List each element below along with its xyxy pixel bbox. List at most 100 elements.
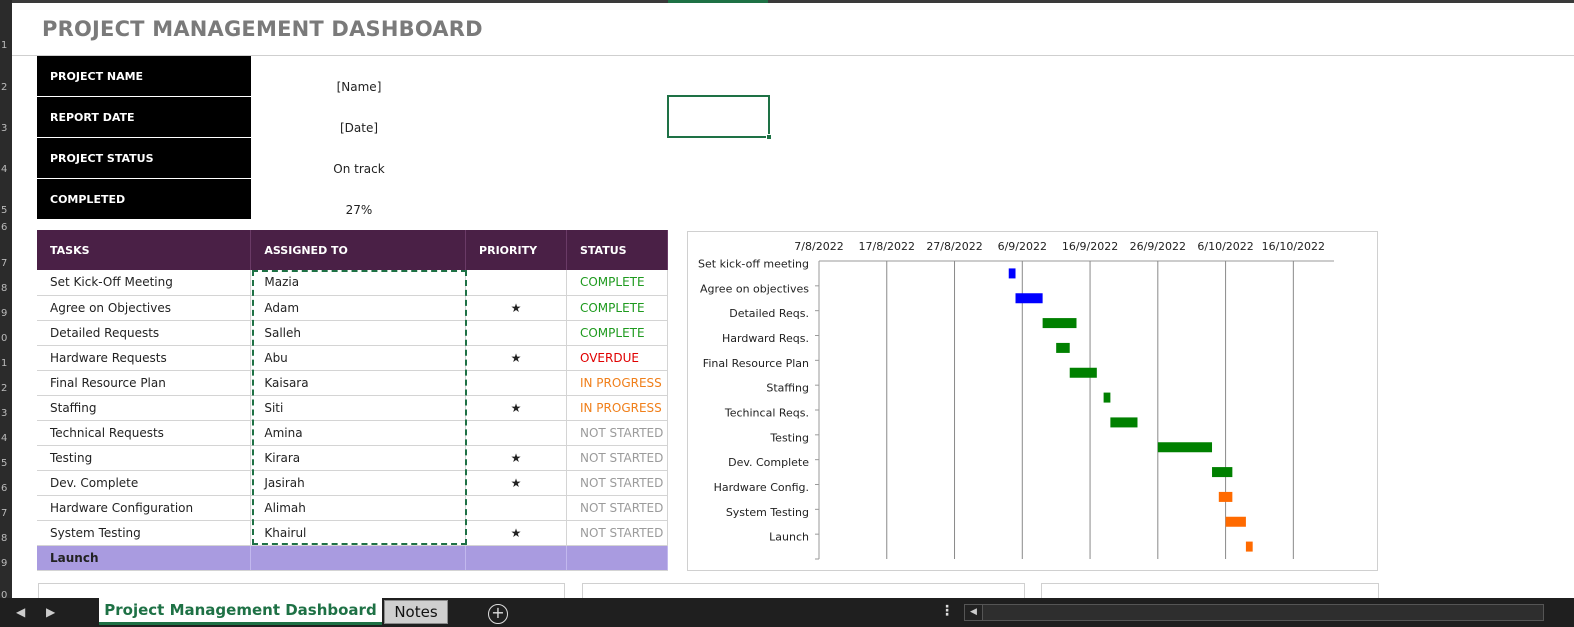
launch-task-cell[interactable]: Launch — [37, 545, 252, 571]
status-cell[interactable]: NOT STARTED — [566, 520, 669, 546]
status-cell[interactable]: IN PROGRESS — [566, 370, 669, 396]
add-sheet-icon[interactable]: + — [488, 604, 508, 624]
priority-cell[interactable] — [465, 370, 567, 396]
category-label: Final Resource Plan — [703, 357, 809, 370]
x-tick-label: 7/8/2022 — [794, 240, 843, 253]
status-cell[interactable]: NOT STARTED — [566, 420, 669, 446]
assigned-cell[interactable]: Amina — [250, 420, 467, 446]
gantt-chart[interactable]: 7/8/2022 17/8/2022 27/8/2022 6/9/2022 16/9/2… — [687, 231, 1378, 571]
priority-cell[interactable]: ★ — [465, 520, 567, 546]
row-number[interactable]: 1 — [0, 358, 12, 369]
info-label[interactable]: COMPLETED — [37, 179, 251, 219]
task-cell[interactable]: Testing — [37, 445, 252, 471]
row-headers[interactable]: 12345678901234567890 — [0, 0, 12, 601]
assigned-cell[interactable]: Kirara — [250, 445, 467, 471]
launch-empty-cell[interactable] — [465, 545, 567, 571]
more-options-icon[interactable]: ⋮ — [940, 603, 954, 619]
priority-cell[interactable] — [465, 270, 567, 296]
info-value[interactable]: [Date] — [251, 108, 467, 148]
task-cell[interactable]: Staffing — [37, 395, 252, 421]
row-number[interactable]: 4 — [0, 433, 12, 444]
task-cell[interactable]: Dev. Complete — [37, 470, 252, 496]
row-number[interactable]: 3 — [0, 123, 12, 134]
fill-handle[interactable] — [766, 134, 772, 140]
priority-cell[interactable]: ★ — [465, 395, 567, 421]
row-number[interactable]: 5 — [0, 458, 12, 469]
horizontal-scrollbar[interactable]: ◀ — [964, 604, 1544, 621]
prev-sheet-icon[interactable]: ◀ — [16, 605, 25, 619]
info-value[interactable]: 27% — [251, 190, 467, 230]
task-cell[interactable]: Hardware Configuration — [37, 495, 252, 521]
info-value[interactable]: [Name] — [251, 67, 467, 107]
row-number[interactable]: 8 — [0, 283, 12, 294]
assigned-cell[interactable]: Khairul — [250, 520, 467, 546]
task-cell[interactable]: Final Resource Plan — [37, 370, 252, 396]
priority-cell[interactable]: ★ — [465, 445, 567, 471]
status-cell[interactable]: NOT STARTED — [566, 495, 669, 521]
tab-project-management-dashboard[interactable]: Project Management Dashboard — [99, 598, 382, 625]
status-cell[interactable]: NOT STARTED — [566, 445, 669, 471]
row-number[interactable]: 7 — [0, 258, 12, 269]
assigned-cell[interactable]: Alimah — [250, 495, 467, 521]
info-label[interactable]: PROJECT NAME — [37, 56, 251, 96]
assigned-cell[interactable]: Siti — [250, 395, 467, 421]
assigned-cell[interactable]: Abu — [250, 345, 467, 371]
row-number[interactable]: 0 — [0, 333, 12, 344]
gantt-bar — [1245, 541, 1253, 552]
priority-cell[interactable] — [465, 320, 567, 346]
task-cell[interactable]: Detailed Requests — [37, 320, 252, 346]
category-label: Detailed Reqs. — [729, 307, 809, 320]
assigned-cell[interactable]: Jasirah — [250, 470, 467, 496]
launch-empty-cell[interactable] — [250, 545, 467, 571]
row-number[interactable]: 9 — [0, 308, 12, 319]
active-cell-selection[interactable] — [667, 95, 772, 140]
priority-cell[interactable]: ★ — [465, 470, 567, 496]
assigned-cell[interactable]: Mazia — [250, 270, 467, 296]
gantt-chart-svg: 7/8/2022 17/8/2022 27/8/2022 6/9/2022 16/9/2… — [698, 240, 1334, 560]
status-cell[interactable]: COMPLETE — [566, 270, 669, 296]
header-status[interactable]: STATUS — [566, 230, 669, 270]
task-cell[interactable]: Technical Requests — [37, 420, 252, 446]
status-cell[interactable]: COMPLETE — [566, 320, 669, 346]
scroll-left-icon[interactable]: ◀ — [965, 605, 983, 620]
priority-cell[interactable]: ★ — [465, 295, 567, 321]
assigned-cell[interactable]: Kaisara — [250, 370, 467, 396]
row-number[interactable]: 2 — [0, 383, 12, 394]
priority-cell[interactable]: ★ — [465, 345, 567, 371]
row-number[interactable]: 7 — [0, 508, 12, 519]
assigned-cell[interactable]: Salleh — [250, 320, 467, 346]
row-number[interactable]: 2 — [0, 82, 12, 93]
header-priority[interactable]: PRIORITY — [465, 230, 567, 270]
row-number[interactable]: 1 — [0, 40, 12, 51]
priority-cell[interactable] — [465, 495, 567, 521]
header-assigned-to[interactable]: ASSIGNED TO — [250, 230, 467, 270]
task-cell[interactable]: Set Kick-Off Meeting — [37, 270, 252, 296]
next-sheet-icon[interactable]: ▶ — [46, 605, 55, 619]
task-cell[interactable]: Agree on Objectives — [37, 295, 252, 321]
info-label[interactable]: REPORT DATE — [37, 97, 251, 137]
row-number[interactable]: 6 — [0, 483, 12, 494]
launch-empty-cell[interactable] — [566, 545, 669, 571]
status-cell[interactable]: NOT STARTED — [566, 470, 669, 496]
status-cell[interactable]: OVERDUE — [566, 345, 669, 371]
row-number[interactable]: 9 — [0, 558, 12, 569]
table-row: Detailed Requests Salleh COMPLETE — [37, 320, 669, 346]
task-cell[interactable]: System Testing — [37, 520, 252, 546]
status-cell[interactable]: IN PROGRESS — [566, 395, 669, 421]
header-tasks[interactable]: TASKS — [37, 230, 252, 270]
priority-cell[interactable] — [465, 420, 567, 446]
row-number[interactable]: 5 — [0, 205, 12, 216]
row-number[interactable]: 6 — [0, 222, 12, 233]
assigned-cell[interactable]: Adam — [250, 295, 467, 321]
info-value[interactable]: On track — [251, 149, 467, 189]
x-tick-label: 6/10/2022 — [1197, 240, 1253, 253]
status-cell[interactable]: COMPLETE — [566, 295, 669, 321]
gantt-bar — [1008, 268, 1016, 279]
task-cell[interactable]: Hardware Requests — [37, 345, 252, 371]
row-number[interactable]: 3 — [0, 408, 12, 419]
x-tick-label: 16/9/2022 — [1062, 240, 1118, 253]
row-number[interactable]: 8 — [0, 533, 12, 544]
tab-notes[interactable]: Notes — [384, 600, 448, 624]
row-number[interactable]: 4 — [0, 164, 12, 175]
info-label[interactable]: PROJECT STATUS — [37, 138, 251, 178]
